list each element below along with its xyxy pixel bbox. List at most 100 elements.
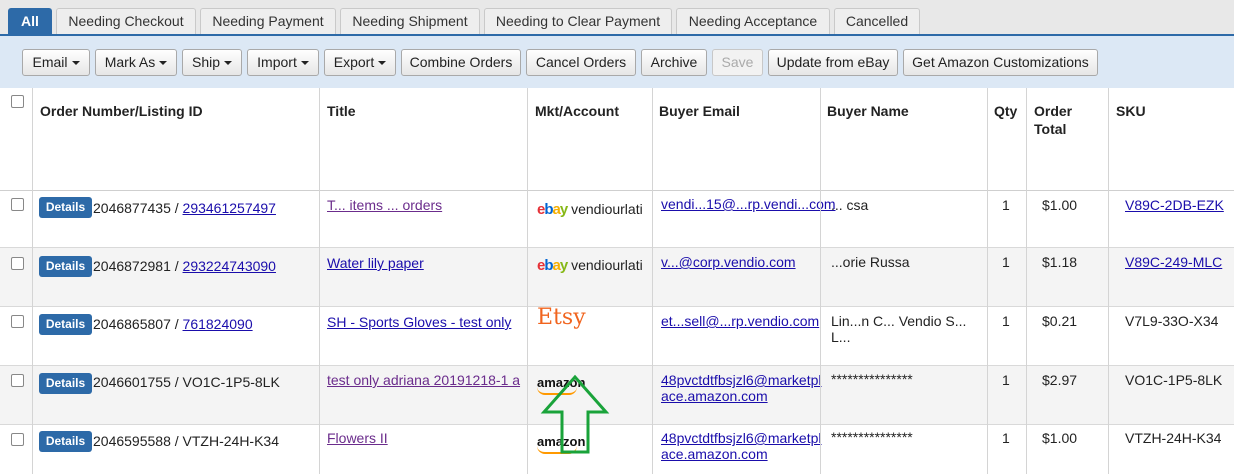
qty: 1 — [1002, 313, 1010, 329]
column-buyer-name[interactable]: Buyer Name — [827, 102, 909, 120]
cancel-orders-button[interactable]: Cancel Orders — [526, 49, 636, 76]
account-name: vendiourlati — [571, 257, 643, 273]
orders-table-header: Order Number/Listing ID Title Mkt/Accoun… — [0, 88, 1234, 191]
buyer-name: *************** — [831, 429, 913, 445]
column-mkt-account[interactable]: Mkt/Account — [535, 102, 619, 120]
tab-needing-shipment[interactable]: Needing Shipment — [340, 8, 480, 34]
buyer-email-cell: 48pvctdtfbsjzl6@marketplace.amazon.com — [661, 372, 823, 404]
export-button[interactable]: Export — [324, 49, 396, 76]
row-checkbox[interactable] — [11, 374, 24, 387]
caret-down-icon — [224, 61, 233, 66]
title-cell: SH - Sports Gloves - test only — [327, 314, 525, 330]
tab-needing-acceptance[interactable]: Needing Acceptance — [676, 8, 830, 34]
details-button[interactable]: Details — [39, 197, 92, 218]
details-button[interactable]: Details — [39, 256, 92, 277]
buyer-email-link[interactable]: v...@corp.vendio.com — [661, 254, 796, 270]
tab-all[interactable]: All — [8, 8, 52, 34]
details-button[interactable]: Details — [39, 431, 92, 452]
title-cell: Water lily paper — [327, 255, 522, 271]
sku: VTZH-24H-K34 — [1125, 430, 1222, 446]
title-link[interactable]: SH - Sports Gloves - test only — [327, 314, 511, 330]
tab-cancelled[interactable]: Cancelled — [834, 8, 920, 34]
buyer-email-cell: v...@corp.vendio.com — [661, 254, 823, 270]
order-total: $0.21 — [1042, 313, 1078, 329]
order-number: 2046877435 / 293461257497 — [93, 200, 276, 216]
get-amazon-customizations-button[interactable]: Get Amazon Customizations — [903, 49, 1098, 76]
order-number: 2046872981 / 293224743090 — [93, 258, 276, 274]
column-sku[interactable]: SKU — [1116, 102, 1146, 120]
order-total: $2.97 — [1042, 372, 1078, 388]
table-row: Details 2046601755 / VO1C-1P5-8LK test o… — [0, 366, 1234, 425]
export-button-label: Export — [333, 54, 375, 70]
action-toolbar: Email Mark As Ship Import Export Combine… — [0, 36, 1234, 88]
ship-button[interactable]: Ship — [182, 49, 242, 76]
title-cell: test only adriana 20191218-1 a — [327, 372, 525, 388]
order-number-text: 2046877435 / — [93, 200, 183, 216]
sku: V7L9-33O-X34 — [1125, 313, 1219, 329]
order-total: $1.18 — [1042, 254, 1078, 270]
caret-down-icon — [159, 61, 168, 66]
row-checkbox[interactable] — [11, 315, 24, 328]
account-name: vendiourlati — [571, 201, 643, 217]
up-arrow-annotation-icon — [540, 374, 610, 454]
buyer-email-cell: vendi...15@...rp.vendi...com — [661, 196, 836, 212]
combine-orders-button[interactable]: Combine Orders — [401, 49, 521, 76]
title-link[interactable]: T... items ... orders — [327, 197, 442, 213]
archive-button[interactable]: Archive — [641, 49, 707, 76]
save-button[interactable]: Save — [712, 49, 763, 76]
title-link[interactable]: Flowers II — [327, 430, 388, 446]
table-row: Details 2046872981 / 293224743090 Water … — [0, 248, 1234, 307]
ebay-logo: ebay — [537, 257, 568, 274]
buyer-email-link[interactable]: 48pvctdtfbsjzl6@marketplace.amazon.com — [661, 372, 822, 404]
order-number: 2046595588 / VTZH-24H-K34 — [93, 433, 279, 449]
caret-down-icon — [300, 61, 309, 66]
column-divider — [820, 88, 821, 474]
column-order-number[interactable]: Order Number/Listing ID — [40, 102, 203, 120]
ship-button-label: Ship — [191, 54, 221, 70]
order-number: 2046601755 / VO1C-1P5-8LK — [93, 374, 280, 390]
row-checkbox[interactable] — [11, 433, 24, 446]
column-buyer-email[interactable]: Buyer Email — [659, 102, 740, 120]
qty: 1 — [1002, 430, 1010, 446]
row-checkbox[interactable] — [11, 257, 24, 270]
import-button[interactable]: Import — [247, 49, 319, 76]
tab-needing-payment[interactable]: Needing Payment — [200, 8, 336, 34]
order-number-text: 2046865807 / — [93, 316, 183, 332]
row-checkbox[interactable] — [11, 198, 24, 211]
title-cell: Flowers II — [327, 430, 388, 446]
market-cell: Etsy — [537, 307, 586, 329]
qty: 1 — [1002, 197, 1010, 213]
column-qty[interactable]: Qty — [994, 102, 1017, 120]
title-link[interactable]: test only adriana 20191218-1 a — [327, 372, 520, 388]
listing-id-link[interactable]: 761824090 — [183, 316, 253, 332]
buyer-email-link[interactable]: 48pvctdtfbsjzl6@marketplace.amazon.com — [661, 430, 822, 462]
tab-needing-checkout[interactable]: Needing Checkout — [56, 8, 196, 34]
select-all-checkbox[interactable] — [11, 95, 24, 108]
details-button[interactable]: Details — [39, 373, 92, 394]
sku-link[interactable]: V89C-2DB-EZK — [1125, 197, 1224, 213]
column-order-total[interactable]: Order Total — [1034, 102, 1094, 138]
buyer-email-link[interactable]: et...sell@...rp.vendio.com — [661, 313, 819, 329]
order-number: 2046865807 / 761824090 — [93, 316, 253, 332]
buyer-email-link[interactable]: vendi...15@...rp.vendi...com — [661, 196, 836, 212]
import-button-label: Import — [257, 54, 297, 70]
sku-link[interactable]: V89C-249-MLC — [1125, 254, 1222, 270]
title-link[interactable]: Water lily paper — [327, 255, 424, 271]
listing-id-link[interactable]: 293224743090 — [183, 258, 276, 274]
order-tabs: All Needing Checkout Needing Payment Nee… — [0, 0, 1234, 36]
details-button[interactable]: Details — [39, 314, 92, 335]
listing-id-link[interactable]: 293461257497 — [183, 200, 276, 216]
column-title[interactable]: Title — [327, 102, 356, 120]
email-button[interactable]: Email — [22, 49, 90, 76]
market-cell: ebay vendiourlati — [537, 257, 652, 274]
column-divider — [652, 88, 653, 474]
mark-as-button-label: Mark As — [104, 54, 156, 70]
mark-as-button[interactable]: Mark As — [95, 49, 177, 76]
buyer-name: ...orie Russa — [831, 254, 910, 270]
etsy-logo: Etsy — [537, 305, 586, 330]
order-number-text: 2046872981 / — [93, 258, 183, 274]
table-row: Details 2046865807 / 761824090 SH - Spor… — [0, 307, 1234, 366]
tab-needing-clear-payment[interactable]: Needing to Clear Payment — [484, 8, 672, 34]
update-from-ebay-button[interactable]: Update from eBay — [768, 49, 898, 76]
column-divider — [1108, 88, 1109, 474]
